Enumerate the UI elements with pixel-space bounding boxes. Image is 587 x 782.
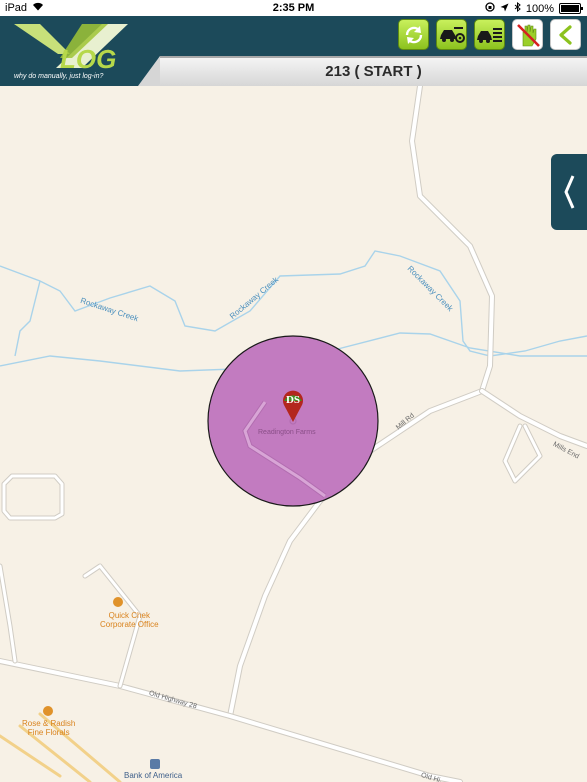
bluetooth-icon bbox=[514, 1, 521, 15]
poi-label: Quick Chek Corporate Office bbox=[100, 611, 159, 629]
chevron-left-icon bbox=[564, 175, 575, 209]
title-bar: 213 ( START ) bbox=[138, 56, 587, 86]
battery-icon bbox=[559, 3, 583, 14]
creek-line bbox=[14, 280, 41, 357]
refresh-button[interactable] bbox=[398, 19, 429, 50]
shop-icon bbox=[113, 597, 123, 607]
poi-label: Bank of America bbox=[124, 771, 183, 780]
orientation-lock-icon bbox=[485, 2, 495, 15]
hand-prohibited-icon bbox=[516, 23, 540, 47]
map-marker[interactable]: DS bbox=[281, 389, 305, 423]
side-panel-toggle[interactable] bbox=[551, 154, 587, 230]
bank-icon bbox=[150, 759, 160, 769]
logo-mark-icon: LOG bbox=[14, 24, 128, 72]
shop-icon bbox=[43, 706, 53, 716]
vehicle-list-button[interactable] bbox=[474, 19, 505, 50]
logo-tagline: why do manually, just log-in? bbox=[14, 73, 104, 80]
marker-label: DS bbox=[285, 394, 301, 406]
car-gear-icon bbox=[439, 26, 465, 43]
no-touch-button[interactable] bbox=[512, 19, 543, 50]
app-header: LOG why do manually, just log-in? 213 (… bbox=[0, 16, 587, 86]
poi-label: Rose & Radish Fine Florals bbox=[22, 719, 76, 737]
back-button[interactable] bbox=[550, 19, 581, 50]
location-icon bbox=[500, 3, 509, 15]
app-logo: LOG why do manually, just log-in? bbox=[0, 16, 160, 86]
refresh-icon bbox=[405, 25, 422, 44]
chevron-left-icon bbox=[558, 24, 572, 45]
toolbar bbox=[398, 19, 581, 50]
logo-text: LOG bbox=[60, 44, 116, 72]
page-title: 213 ( START ) bbox=[325, 63, 422, 80]
car-list-icon bbox=[476, 27, 502, 43]
battery-percent: 100% bbox=[525, 2, 554, 15]
place-label: Readington Farms bbox=[258, 429, 316, 436]
vehicle-settings-button[interactable] bbox=[436, 19, 467, 50]
status-bar: iPad 2:35 PM 100% bbox=[0, 0, 587, 16]
map-view[interactable]: DS Readington Farms Rockaway Creek Rocka… bbox=[0, 86, 587, 782]
